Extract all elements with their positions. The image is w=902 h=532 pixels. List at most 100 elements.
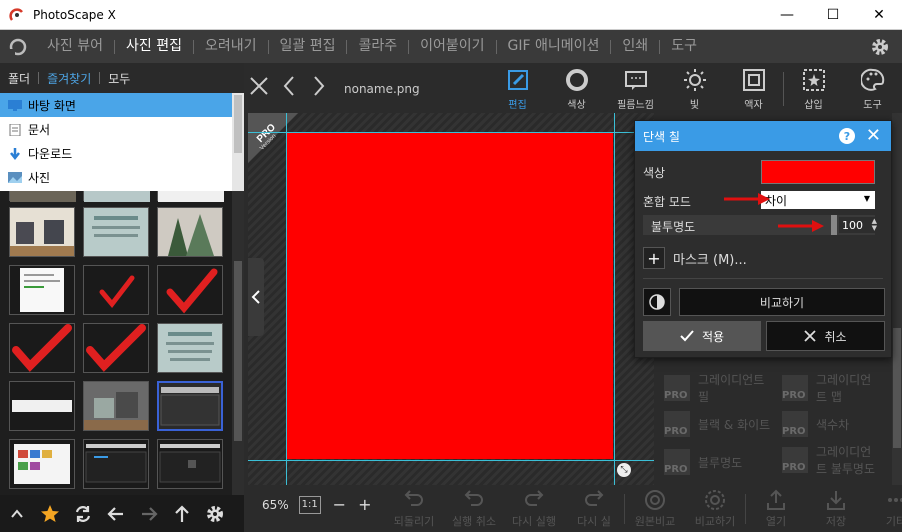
dialog-divider [643, 278, 883, 279]
scrollbar-thumb[interactable] [893, 328, 901, 448]
thumbnail-selected[interactable] [157, 381, 223, 431]
collapse-up-icon[interactable] [0, 495, 33, 532]
menu-collage[interactable]: 콜라주 [347, 30, 408, 63]
favorite-star-icon[interactable] [33, 495, 66, 532]
filter-black-white[interactable]: PRO 블랙 & 화이트 [664, 411, 770, 437]
actual-size-button[interactable]: 1:1 [298, 495, 321, 514]
gear-icon[interactable] [198, 495, 231, 532]
opacity-slider-handle[interactable] [831, 215, 837, 235]
spinner-arrows-icon[interactable]: ▲ ▼ [872, 218, 877, 232]
tool-edit[interactable]: 편집 [488, 63, 547, 115]
up-arrow-icon[interactable] [165, 495, 198, 532]
menu-photo-viewer[interactable]: 사진 뷰어 [36, 30, 114, 63]
tool-insert[interactable]: 삽입 [784, 63, 843, 115]
redo-button[interactable]: 다시 실행 [504, 485, 564, 532]
refresh-icon[interactable] [66, 495, 99, 532]
thumbnail[interactable] [9, 207, 75, 257]
menu-gif[interactable]: GIF 애니메이션 [497, 30, 611, 63]
photoscape-home-icon[interactable] [0, 30, 36, 63]
thumbnail[interactable] [83, 439, 149, 489]
original-compare-button[interactable]: 원본비교 [625, 485, 685, 532]
folder-scrollbar[interactable] [232, 93, 244, 191]
zoom-level[interactable]: 65% [262, 498, 289, 512]
menu-photo-editor[interactable]: 사진 편집 [115, 30, 193, 63]
scrollbar-thumb[interactable] [234, 261, 242, 441]
apply-button[interactable]: 적용 [643, 321, 761, 351]
open-button[interactable]: 열기 [746, 485, 806, 532]
tool-light[interactable]: 빛 [665, 63, 724, 115]
thumbnail[interactable] [9, 381, 75, 431]
undo-button[interactable]: 실행 취소 [444, 485, 504, 532]
plus-icon[interactable]: + [643, 247, 665, 269]
mask-option[interactable]: + 마스크 (M)... [643, 247, 747, 269]
thumbnail[interactable] [9, 191, 76, 202]
photo-canvas[interactable] [287, 133, 613, 459]
thumbnail[interactable] [157, 323, 223, 373]
thumbnail[interactable] [83, 265, 149, 315]
filter-blur-opacity[interactable]: PRO 블루명도 [664, 449, 742, 475]
thumbnail[interactable] [9, 439, 75, 489]
compare-toggle-icon[interactable] [643, 288, 671, 316]
redo-all-button[interactable]: 다시 실 [564, 485, 624, 532]
tool-film[interactable]: 필름느낌 [606, 63, 665, 115]
more-button[interactable]: 기타 [866, 485, 902, 532]
folder-item-pictures[interactable]: 사진 [0, 165, 244, 189]
tab-all[interactable]: 모두 [100, 70, 138, 87]
thumbnail[interactable] [83, 381, 149, 431]
folder-item-desktop[interactable]: 바탕 화면 [0, 93, 244, 117]
opacity-value-field[interactable]: 100 ▲ ▼ [839, 217, 879, 233]
filter-chromatic-aberration[interactable]: PRO 색수차 [782, 411, 849, 437]
zoom-in-icon[interactable]: + [358, 495, 371, 514]
filter-gradient-fill[interactable]: PRO 그레이디언트 필 [664, 371, 764, 405]
maximize-button[interactable]: ☐ [810, 0, 856, 30]
thumbnail[interactable] [83, 323, 149, 373]
filter-scrollbar[interactable] [892, 113, 902, 495]
blend-mode-select[interactable]: 차이 ▼ [761, 191, 875, 209]
resize-handle-icon[interactable]: ⤡ [617, 463, 631, 477]
filter-gradient-opacity[interactable]: PRO 그레이디언 트 불투명도 [782, 443, 875, 477]
thumbnail[interactable] [157, 191, 224, 202]
tool-frame[interactable]: 액자 [724, 63, 783, 115]
menu-print[interactable]: 인쇄 [611, 30, 659, 63]
revert-button[interactable]: 되돌리기 [384, 485, 444, 532]
minimize-button[interactable]: — [764, 0, 810, 30]
folder-item-documents[interactable]: 문서 [0, 117, 244, 141]
back-arrow-icon[interactable] [99, 495, 132, 532]
expand-left-panel-icon[interactable] [248, 258, 264, 336]
thumbnail[interactable] [83, 191, 150, 202]
color-picker-swatch[interactable] [761, 160, 875, 184]
filter-gradient-map[interactable]: PRO 그레이디언 트 맵 [782, 371, 871, 405]
tab-folders[interactable]: 폴더 [0, 70, 38, 87]
menu-batch[interactable]: 일괄 편집 [269, 30, 347, 63]
forward-arrow-icon[interactable] [132, 495, 165, 532]
thumbnail[interactable] [9, 265, 75, 315]
tool-tools[interactable]: 도구 [843, 63, 902, 115]
help-icon[interactable]: ? [839, 128, 855, 144]
thumbnail[interactable] [83, 207, 149, 257]
next-photo-icon[interactable] [304, 75, 334, 103]
folder-item-downloads[interactable]: 다운로드 [0, 141, 244, 165]
thumbnail-scrollbar[interactable] [232, 191, 244, 495]
save-button[interactable]: 저장 [806, 485, 866, 532]
close-icon[interactable]: ✕ [866, 125, 881, 146]
close-window-button[interactable]: ✕ [856, 0, 902, 30]
cancel-button[interactable]: 취소 [766, 321, 885, 351]
thumbnail[interactable] [9, 323, 75, 373]
zoom-out-icon[interactable]: − [333, 495, 346, 514]
menu-cut-out[interactable]: 오려내기 [194, 30, 268, 63]
menu-combine[interactable]: 이어붙이기 [409, 30, 495, 63]
compare-button[interactable]: 비교하기 [679, 288, 885, 316]
action-label: 비교하기 [694, 514, 736, 528]
close-photo-icon[interactable] [244, 75, 274, 103]
thumbnail[interactable] [157, 207, 223, 257]
tab-favorites[interactable]: 즐겨찾기 [39, 70, 99, 87]
tool-color[interactable]: 색상 [547, 63, 606, 115]
previous-photo-icon[interactable] [274, 75, 304, 103]
scrollbar-thumb[interactable] [234, 95, 242, 153]
menu-tools[interactable]: 도구 [660, 30, 708, 63]
thumbnail[interactable] [157, 265, 223, 315]
opacity-slider[interactable]: 불투명도 100 ▲ ▼ [643, 215, 879, 235]
compare-view-button[interactable]: 비교하기 [685, 485, 745, 532]
gear-icon[interactable] [870, 37, 890, 60]
thumbnail[interactable] [157, 439, 223, 489]
